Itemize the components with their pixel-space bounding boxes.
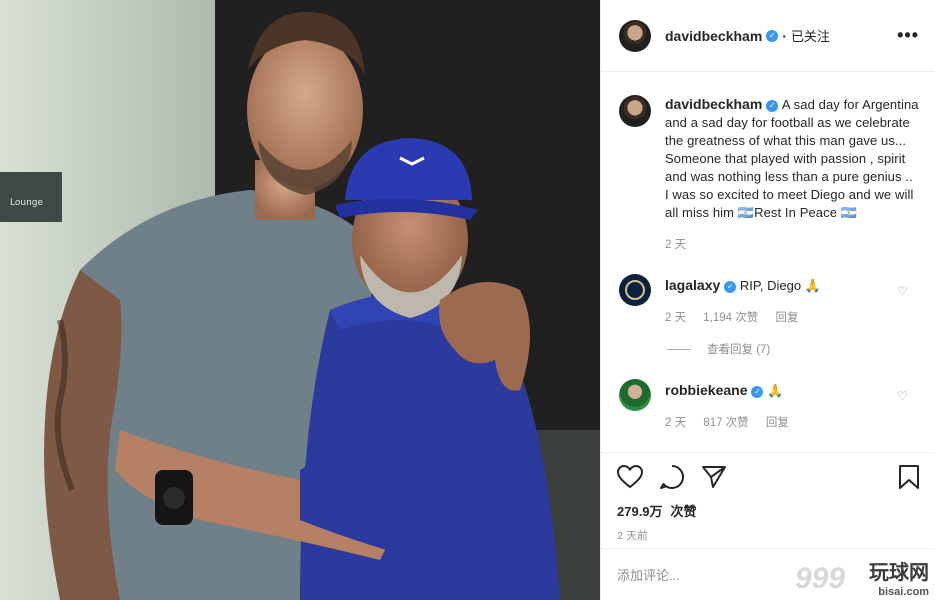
view-replies-label: 查看回复 (7)	[707, 344, 771, 356]
comment-text: 🙏	[767, 383, 784, 398]
caption-meta: 2 天	[665, 236, 920, 254]
comment-time[interactable]: 2 天	[665, 417, 686, 429]
like-heart-icon[interactable]	[617, 465, 643, 489]
comment-meta: 2 天 1,194 次赞 回复	[665, 309, 920, 327]
verified-icon: ✓	[724, 281, 737, 293]
photo-illustration: Lounge	[0, 0, 600, 600]
comment-time[interactable]: 2 天	[665, 312, 686, 324]
comment-row: robbiekeane ✓ 🙏 2 天 817 次赞 回复 ♡	[619, 379, 920, 432]
watermark-sub: bisai.com	[878, 586, 929, 598]
bookmark-icon[interactable]	[898, 464, 920, 490]
lounge-sign-text: Lounge	[10, 198, 43, 208]
author-avatar[interactable]	[619, 19, 651, 52]
replies-line	[667, 348, 691, 350]
post-photo[interactable]: Lounge	[0, 0, 600, 600]
verified-icon: ✓	[766, 100, 779, 112]
comment-username[interactable]: robbiekeane	[665, 382, 747, 398]
commenter-avatar[interactable]	[619, 379, 651, 411]
author-username[interactable]: davidbeckham	[665, 28, 762, 44]
view-replies-button[interactable]: 查看回复 (7)	[667, 341, 920, 357]
separator-dot: ·	[782, 27, 787, 44]
comment-like-heart-icon[interactable]: ♡	[897, 389, 908, 403]
post-actions: 279.9万 次赞 2 天前	[601, 452, 935, 543]
comment-likes[interactable]: 817 次赞	[703, 417, 748, 429]
comment-like-heart-icon[interactable]: ♡	[897, 284, 908, 298]
reply-button[interactable]: 回复	[775, 312, 798, 324]
caption-avatar[interactable]	[619, 95, 651, 127]
action-icons	[617, 463, 920, 491]
more-options-icon[interactable]: •••	[897, 25, 919, 46]
caption-username[interactable]: davidbeckham	[665, 96, 762, 112]
likes-label: 次赞	[670, 504, 697, 519]
watermark-text: 玩球网	[869, 560, 929, 584]
caption-time[interactable]: 2 天	[665, 239, 686, 251]
comment-bubble-icon[interactable]	[659, 464, 685, 490]
verified-icon: ✓	[751, 386, 764, 398]
share-paper-plane-icon[interactable]	[701, 465, 727, 489]
comment-text: RIP, Diego 🙏	[739, 278, 821, 293]
likes-count[interactable]: 279.9万 次赞	[617, 501, 920, 520]
commenter-avatar[interactable]	[619, 274, 651, 306]
comments-list[interactable]: davidbeckham ✓ A sad day for Argentina an…	[601, 73, 935, 451]
comment-row: lagalaxy ✓ RIP, Diego 🙏 2 天 1,194 次赞 回复 ♡	[619, 274, 920, 327]
site-watermark: 999 玩球网 bisai.com	[793, 556, 933, 598]
comment-meta: 2 天 817 次赞 回复	[665, 414, 920, 432]
caption-row: davidbeckham ✓ A sad day for Argentina an…	[619, 95, 920, 254]
reply-button[interactable]: 回复	[766, 417, 789, 429]
add-comment-placeholder: 添加评论...	[617, 568, 680, 583]
follow-status-button[interactable]: 已关注	[791, 26, 830, 45]
comment-likes[interactable]: 1,194 次赞	[703, 312, 758, 324]
posted-time[interactable]: 2 天前	[617, 528, 920, 543]
watermark-number: 999	[795, 562, 846, 595]
post-header: davidbeckham ✓ · 已关注 •••	[601, 0, 935, 72]
comment-username[interactable]: lagalaxy	[665, 277, 720, 293]
caption-text: A sad day for Argentina and a sad day fo…	[665, 97, 919, 220]
likes-number: 279.9万	[617, 504, 663, 519]
post-panel: davidbeckham ✓ · 已关注 ••• davidbeckham ✓ A…	[600, 0, 935, 600]
verified-icon: ✓	[766, 29, 779, 42]
